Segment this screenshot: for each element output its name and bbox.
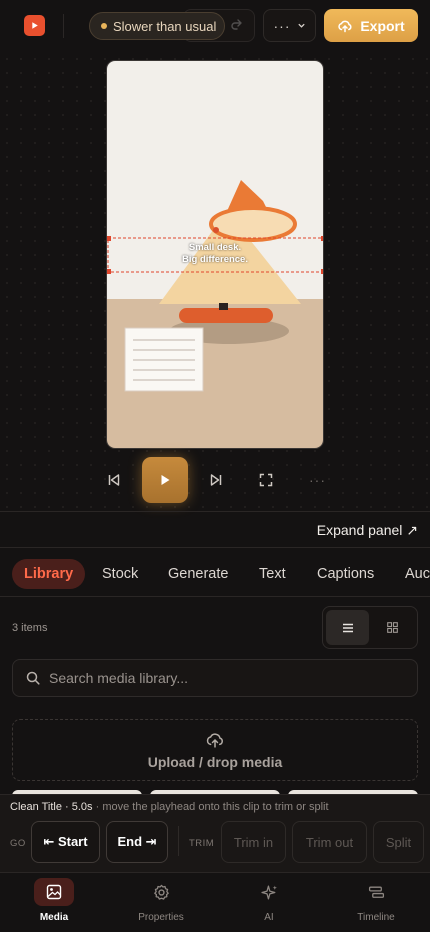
sparkle-icon: [260, 884, 277, 900]
nav-timeline-label: Timeline: [357, 912, 395, 923]
status-label: Slower than usual: [113, 18, 217, 34]
trim-out-button[interactable]: Trim out: [292, 821, 367, 863]
cloud-upload-icon: [206, 733, 223, 748]
clip-name: Clean Title · 5.0s: [10, 801, 93, 813]
more-menu-button[interactable]: ···: [263, 9, 316, 42]
nav-ai[interactable]: AI: [229, 878, 309, 923]
fullscreen-icon[interactable]: [259, 473, 273, 487]
go-label: GO: [10, 838, 26, 849]
divider: [178, 826, 179, 856]
split-button[interactable]: Split: [373, 821, 424, 863]
search-bar: [12, 659, 418, 697]
go-to-start-button[interactable]: ⇤ Start: [31, 821, 100, 863]
trim-label: TRIM: [189, 838, 215, 849]
clip-info: Clean Title · 5.0s · move the playhead o…: [10, 801, 329, 813]
redo-icon[interactable]: [229, 17, 245, 33]
gear-icon: [153, 884, 169, 900]
ellipsis-icon: ···: [273, 17, 291, 34]
caption-line-2[interactable]: Big difference.: [107, 254, 323, 266]
nav-media-label: Media: [39, 912, 69, 923]
search-input[interactable]: [49, 670, 389, 686]
status-dot-icon: [101, 23, 107, 29]
upload-label: Upload / drop media: [147, 754, 283, 770]
cloud-upload-icon: [338, 20, 352, 32]
timeline-icon: [368, 886, 384, 898]
divider: [0, 547, 430, 548]
play-button[interactable]: [142, 457, 188, 503]
expand-panel-button[interactable]: Expand panel ↗: [317, 522, 418, 539]
nav-properties[interactable]: Properties: [121, 878, 201, 923]
chevron-down-icon: [297, 23, 305, 28]
nav-ai-label: AI: [264, 912, 274, 923]
video-preview-frame[interactable]: Small desk. Big difference.: [106, 60, 324, 449]
nav-properties-label: Properties: [138, 912, 184, 923]
tab-stock[interactable]: Stock: [102, 559, 138, 589]
grid-icon: [387, 622, 398, 633]
skip-back-icon[interactable]: [107, 473, 121, 487]
skip-forward-icon[interactable]: [209, 473, 223, 487]
caption-line-1[interactable]: Small desk.: [107, 242, 323, 254]
export-label: Export: [360, 17, 405, 34]
clip-hint: · move the playhead onto this clip to tr…: [92, 801, 329, 813]
export-button[interactable]: Export: [324, 9, 418, 42]
list-icon: [342, 623, 353, 632]
go-to-end-button[interactable]: End ⇥: [106, 821, 168, 863]
nav-timeline[interactable]: Timeline: [336, 878, 416, 923]
upload-dropzone[interactable]: Upload / drop media: [12, 719, 418, 781]
tab-library[interactable]: Library: [12, 559, 86, 589]
image-icon: [46, 884, 62, 900]
play-icon: [161, 475, 170, 485]
trim-in-button[interactable]: Trim in: [221, 821, 286, 863]
divider: [0, 511, 430, 512]
list-view-button[interactable]: [326, 610, 369, 645]
divider: [63, 14, 64, 38]
app-logo-icon[interactable]: [24, 15, 45, 36]
divider: [0, 596, 430, 597]
grid-view-button[interactable]: [371, 610, 414, 645]
search-icon: [26, 671, 40, 685]
tab-generate[interactable]: Generate: [168, 559, 228, 589]
tab-text[interactable]: Text: [259, 559, 286, 589]
more-options-icon[interactable]: ···: [309, 472, 326, 488]
nav-media[interactable]: Media: [14, 878, 94, 923]
render-status-badge: Slower than usual: [89, 12, 225, 40]
items-count: 3 items: [12, 622, 48, 634]
tab-audio[interactable]: Auc: [405, 559, 430, 589]
tab-captions[interactable]: Captions: [317, 559, 374, 589]
